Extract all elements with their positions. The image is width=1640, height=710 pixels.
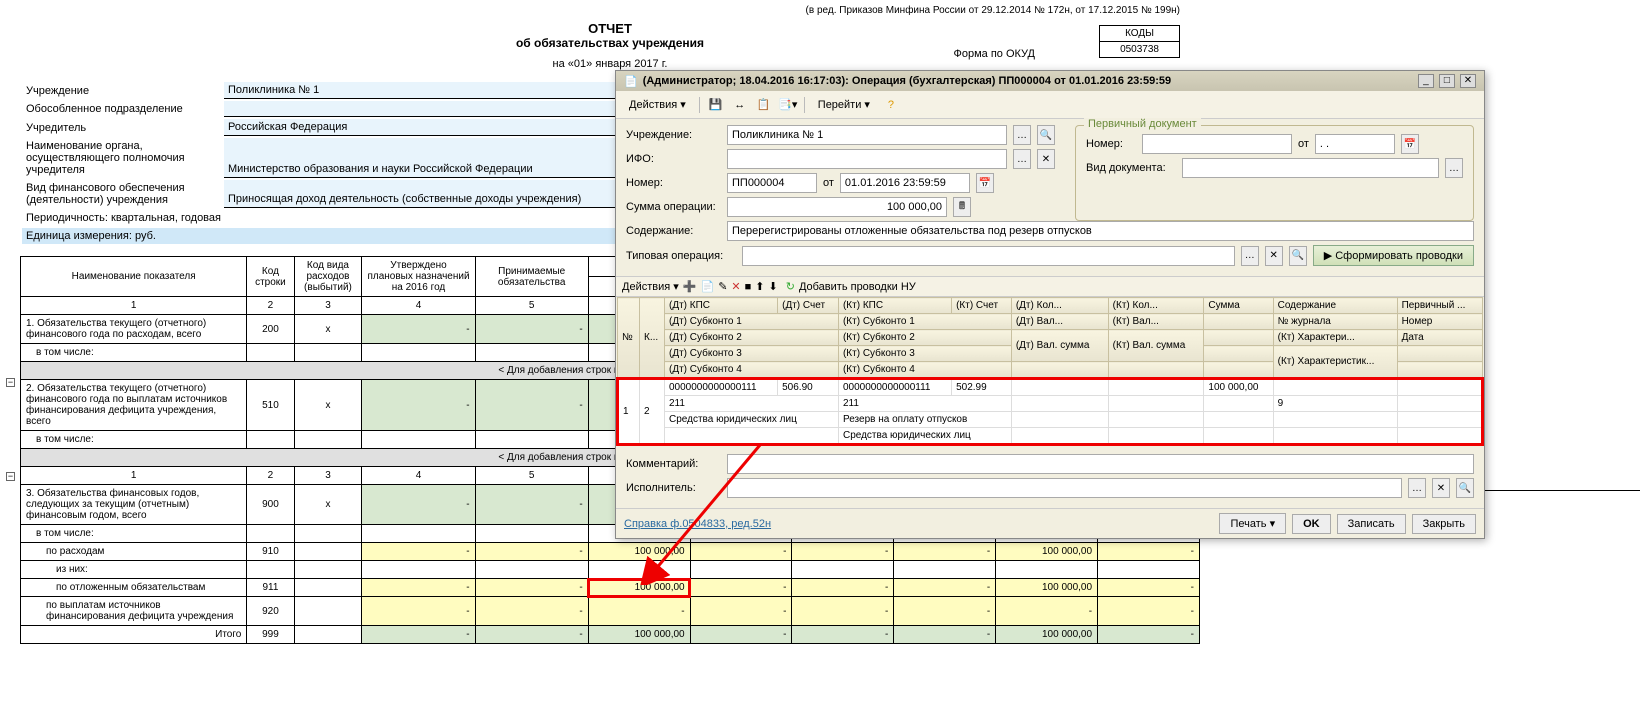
up-icon[interactable]: ⬆ (755, 280, 764, 293)
highlighted-cell: 100 000,00 (588, 579, 690, 597)
help-icon[interactable]: ? (881, 96, 901, 114)
pdoc-number-input[interactable] (1142, 134, 1292, 154)
add-icon[interactable]: ➕ (683, 280, 697, 293)
pdoc-type-input[interactable] (1182, 158, 1439, 178)
highlighted-entry-row: 1 2 0000000000000111506.90 0000000000000… (618, 379, 1483, 445)
calendar-icon[interactable]: 📅 (976, 173, 994, 193)
print-button[interactable]: Печать ▾ (1219, 513, 1286, 534)
org-input[interactable] (727, 125, 1007, 145)
clear-button[interactable]: ✕ (1432, 478, 1450, 498)
date-input[interactable] (840, 173, 970, 193)
regulation-text: (в ред. Приказов Минфина России от 29.12… (20, 0, 1200, 16)
form-entries-button[interactable]: ▶ Сформировать проводки (1313, 245, 1474, 266)
search-icon[interactable]: 🔍 (1289, 246, 1307, 266)
table-row: Итого 999 -- 100 000,00- -- 100 000,00- (21, 626, 1200, 644)
content-input[interactable] (727, 221, 1474, 241)
select-button[interactable]: … (1241, 246, 1259, 266)
save-icon[interactable]: 💾 (706, 96, 726, 114)
close-button[interactable]: ✕ (1460, 74, 1476, 88)
down-icon[interactable]: ⬇ (769, 280, 778, 293)
expand-icon[interactable]: − (6, 472, 15, 481)
select-button[interactable]: … (1013, 125, 1031, 145)
add-nu-button[interactable]: Добавить проводки НУ (799, 281, 916, 293)
minimize-button[interactable]: _ (1418, 74, 1434, 88)
ifo-input[interactable] (727, 149, 1007, 169)
clear-button[interactable]: ✕ (1037, 149, 1055, 169)
save-button[interactable]: Записать (1337, 514, 1406, 534)
pdoc-date-input[interactable] (1315, 134, 1395, 154)
calc-icon[interactable]: 🖩 (953, 197, 971, 217)
stop-icon[interactable]: ■ (745, 281, 752, 293)
close-button[interactable]: Закрыть (1412, 514, 1476, 534)
calendar-icon[interactable]: 📅 (1401, 134, 1419, 154)
refresh-icon[interactable]: ↔ (730, 96, 750, 114)
select-button[interactable]: … (1445, 158, 1463, 178)
ok-button[interactable]: OK (1292, 514, 1331, 534)
delete-icon[interactable]: ✕ (731, 280, 740, 293)
sum-input[interactable] (727, 197, 947, 217)
entries-table[interactable]: № К... (Дт) КПС(Дт) Счет (Кт) КПС(Кт) Сч… (616, 297, 1484, 446)
document-icon: 📄 (624, 75, 638, 88)
table-row: по расходам 910 - - 100 000,00 --- 100 0… (21, 543, 1200, 561)
select-button[interactable]: … (1013, 149, 1031, 169)
goto-menu[interactable]: Перейти ▾ (811, 95, 877, 114)
refresh-icon[interactable]: ↻ (786, 280, 795, 293)
table-row: по отложенным обязательствам 911 - - 100… (21, 579, 1200, 597)
executor-input[interactable] (727, 478, 1402, 498)
operation-dialog: 📄 (Администратор; 18.04.2016 16:17:03): … (615, 70, 1485, 539)
dialog-titlebar[interactable]: 📄 (Администратор; 18.04.2016 16:17:03): … (616, 71, 1484, 91)
typeop-input[interactable] (742, 246, 1235, 266)
copy-icon[interactable]: 📄 (700, 280, 714, 293)
okud-value: 0503738 (1100, 42, 1180, 58)
select-button[interactable]: … (1408, 478, 1426, 498)
codes-box: КОДЫ 0503738 (1099, 25, 1180, 58)
report-title: ОТЧЕТ (20, 21, 1200, 36)
codes-label: КОДЫ (1100, 26, 1180, 42)
maximize-button[interactable]: □ (1439, 74, 1455, 88)
template-icon[interactable]: 📑▾ (778, 96, 798, 114)
search-icon[interactable]: 🔍 (1456, 478, 1474, 498)
clear-button[interactable]: ✕ (1265, 246, 1283, 266)
actions-menu[interactable]: Действия ▾ (622, 95, 693, 114)
edit-icon[interactable]: ✎ (718, 280, 727, 293)
entries-toolbar: Действия ▾ ➕ 📄 ✎ ✕ ■ ⬆ ⬇ ↻ Добавить пров… (616, 276, 1484, 297)
main-toolbar: Действия ▾ 💾 ↔ 📋 📑▾ Перейти ▾ ? (616, 91, 1484, 119)
primary-doc-group: Первичный документ Номер: от 📅 Вид докум… (1075, 125, 1474, 221)
expand-icon[interactable]: − (6, 378, 15, 387)
number-input[interactable] (727, 173, 817, 193)
reference-link[interactable]: Справка ф.0504833, ред.52н (624, 518, 771, 530)
table-row: по выплатам источников финансирования де… (21, 597, 1200, 626)
dialog-footer: Справка ф.0504833, ред.52н Печать ▾ OK З… (616, 508, 1484, 538)
okud-label: Форма по ОКУД (954, 48, 1036, 60)
actions-menu[interactable]: Действия ▾ (622, 280, 679, 293)
divider (1480, 490, 1640, 491)
comment-input[interactable] (727, 454, 1474, 474)
search-icon[interactable]: 🔍 (1037, 125, 1055, 145)
copy-icon[interactable]: 📋 (754, 96, 774, 114)
